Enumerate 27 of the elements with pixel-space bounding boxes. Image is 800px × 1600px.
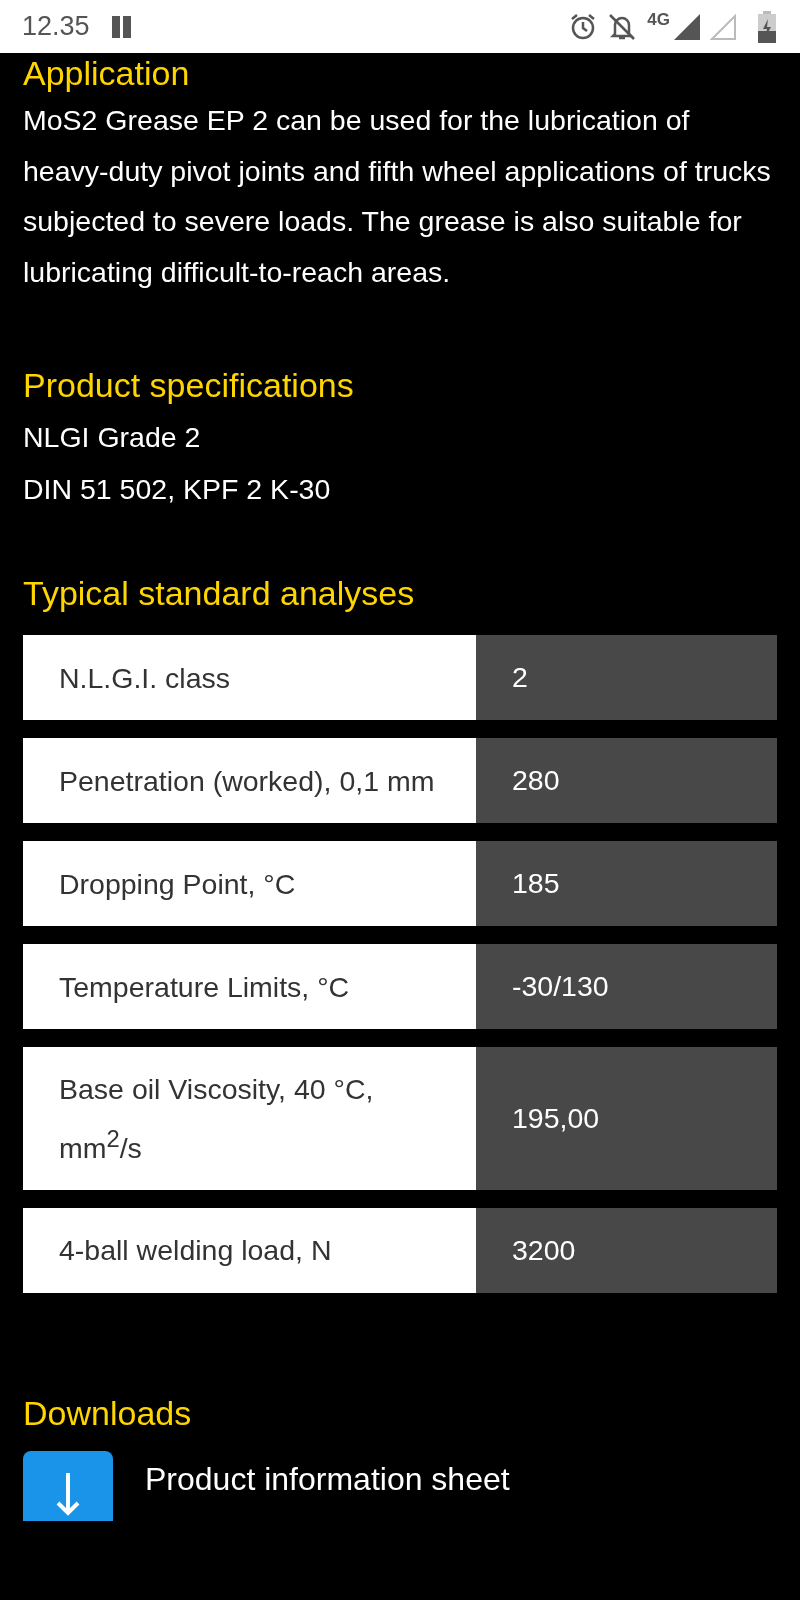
property-cell: N.L.G.I. class	[23, 635, 476, 720]
section-heading: Product specifications	[23, 365, 355, 405]
property-cell: Base oil Viscosity, 40 °C, mm$^{2}$/s	[23, 1047, 476, 1190]
value-cell: -30/130	[476, 944, 777, 1029]
download-link[interactable]: Product information sheet	[145, 1460, 510, 1498]
section-heading: Typical standard analyses	[23, 573, 416, 613]
property-cell: Penetration (worked), 0,1 mm	[23, 738, 476, 823]
section-heading: Application	[23, 53, 191, 93]
value-cell: 185	[476, 841, 777, 926]
empty-signal-icon	[710, 13, 736, 40]
status-time: 12.35	[22, 11, 90, 42]
value-cell: 280	[476, 738, 777, 823]
charging-battery-icon	[758, 10, 776, 43]
property-cell: Dropping Point, °C	[23, 841, 476, 926]
value-cell: 2	[476, 635, 777, 720]
pause-icon	[111, 15, 132, 38]
specification-line: DIN 51 502, KPF 2 K-30	[23, 472, 332, 507]
download-icon[interactable]	[23, 1450, 113, 1521]
value-cell: 195,00	[476, 1047, 777, 1190]
property-cell: 4-ball welding load, N	[23, 1207, 476, 1293]
network-type: 4G	[647, 10, 670, 30]
value-cell: 3200	[476, 1207, 777, 1293]
signal-icon	[674, 13, 700, 40]
section-heading: Downloads	[23, 1392, 193, 1433]
property-cell: Temperature Limits, °C	[23, 944, 476, 1029]
specification-line: NLGI Grade 2	[23, 420, 202, 455]
application-paragraph: MoS2 Grease EP 2 can be used for the lubrication of heavy-duty pivot joints and fifth wheel applications of trucks subjected to severe loads. The grease is also suitable for lubricating difficult-to-reach areas.	[23, 103, 772, 290]
